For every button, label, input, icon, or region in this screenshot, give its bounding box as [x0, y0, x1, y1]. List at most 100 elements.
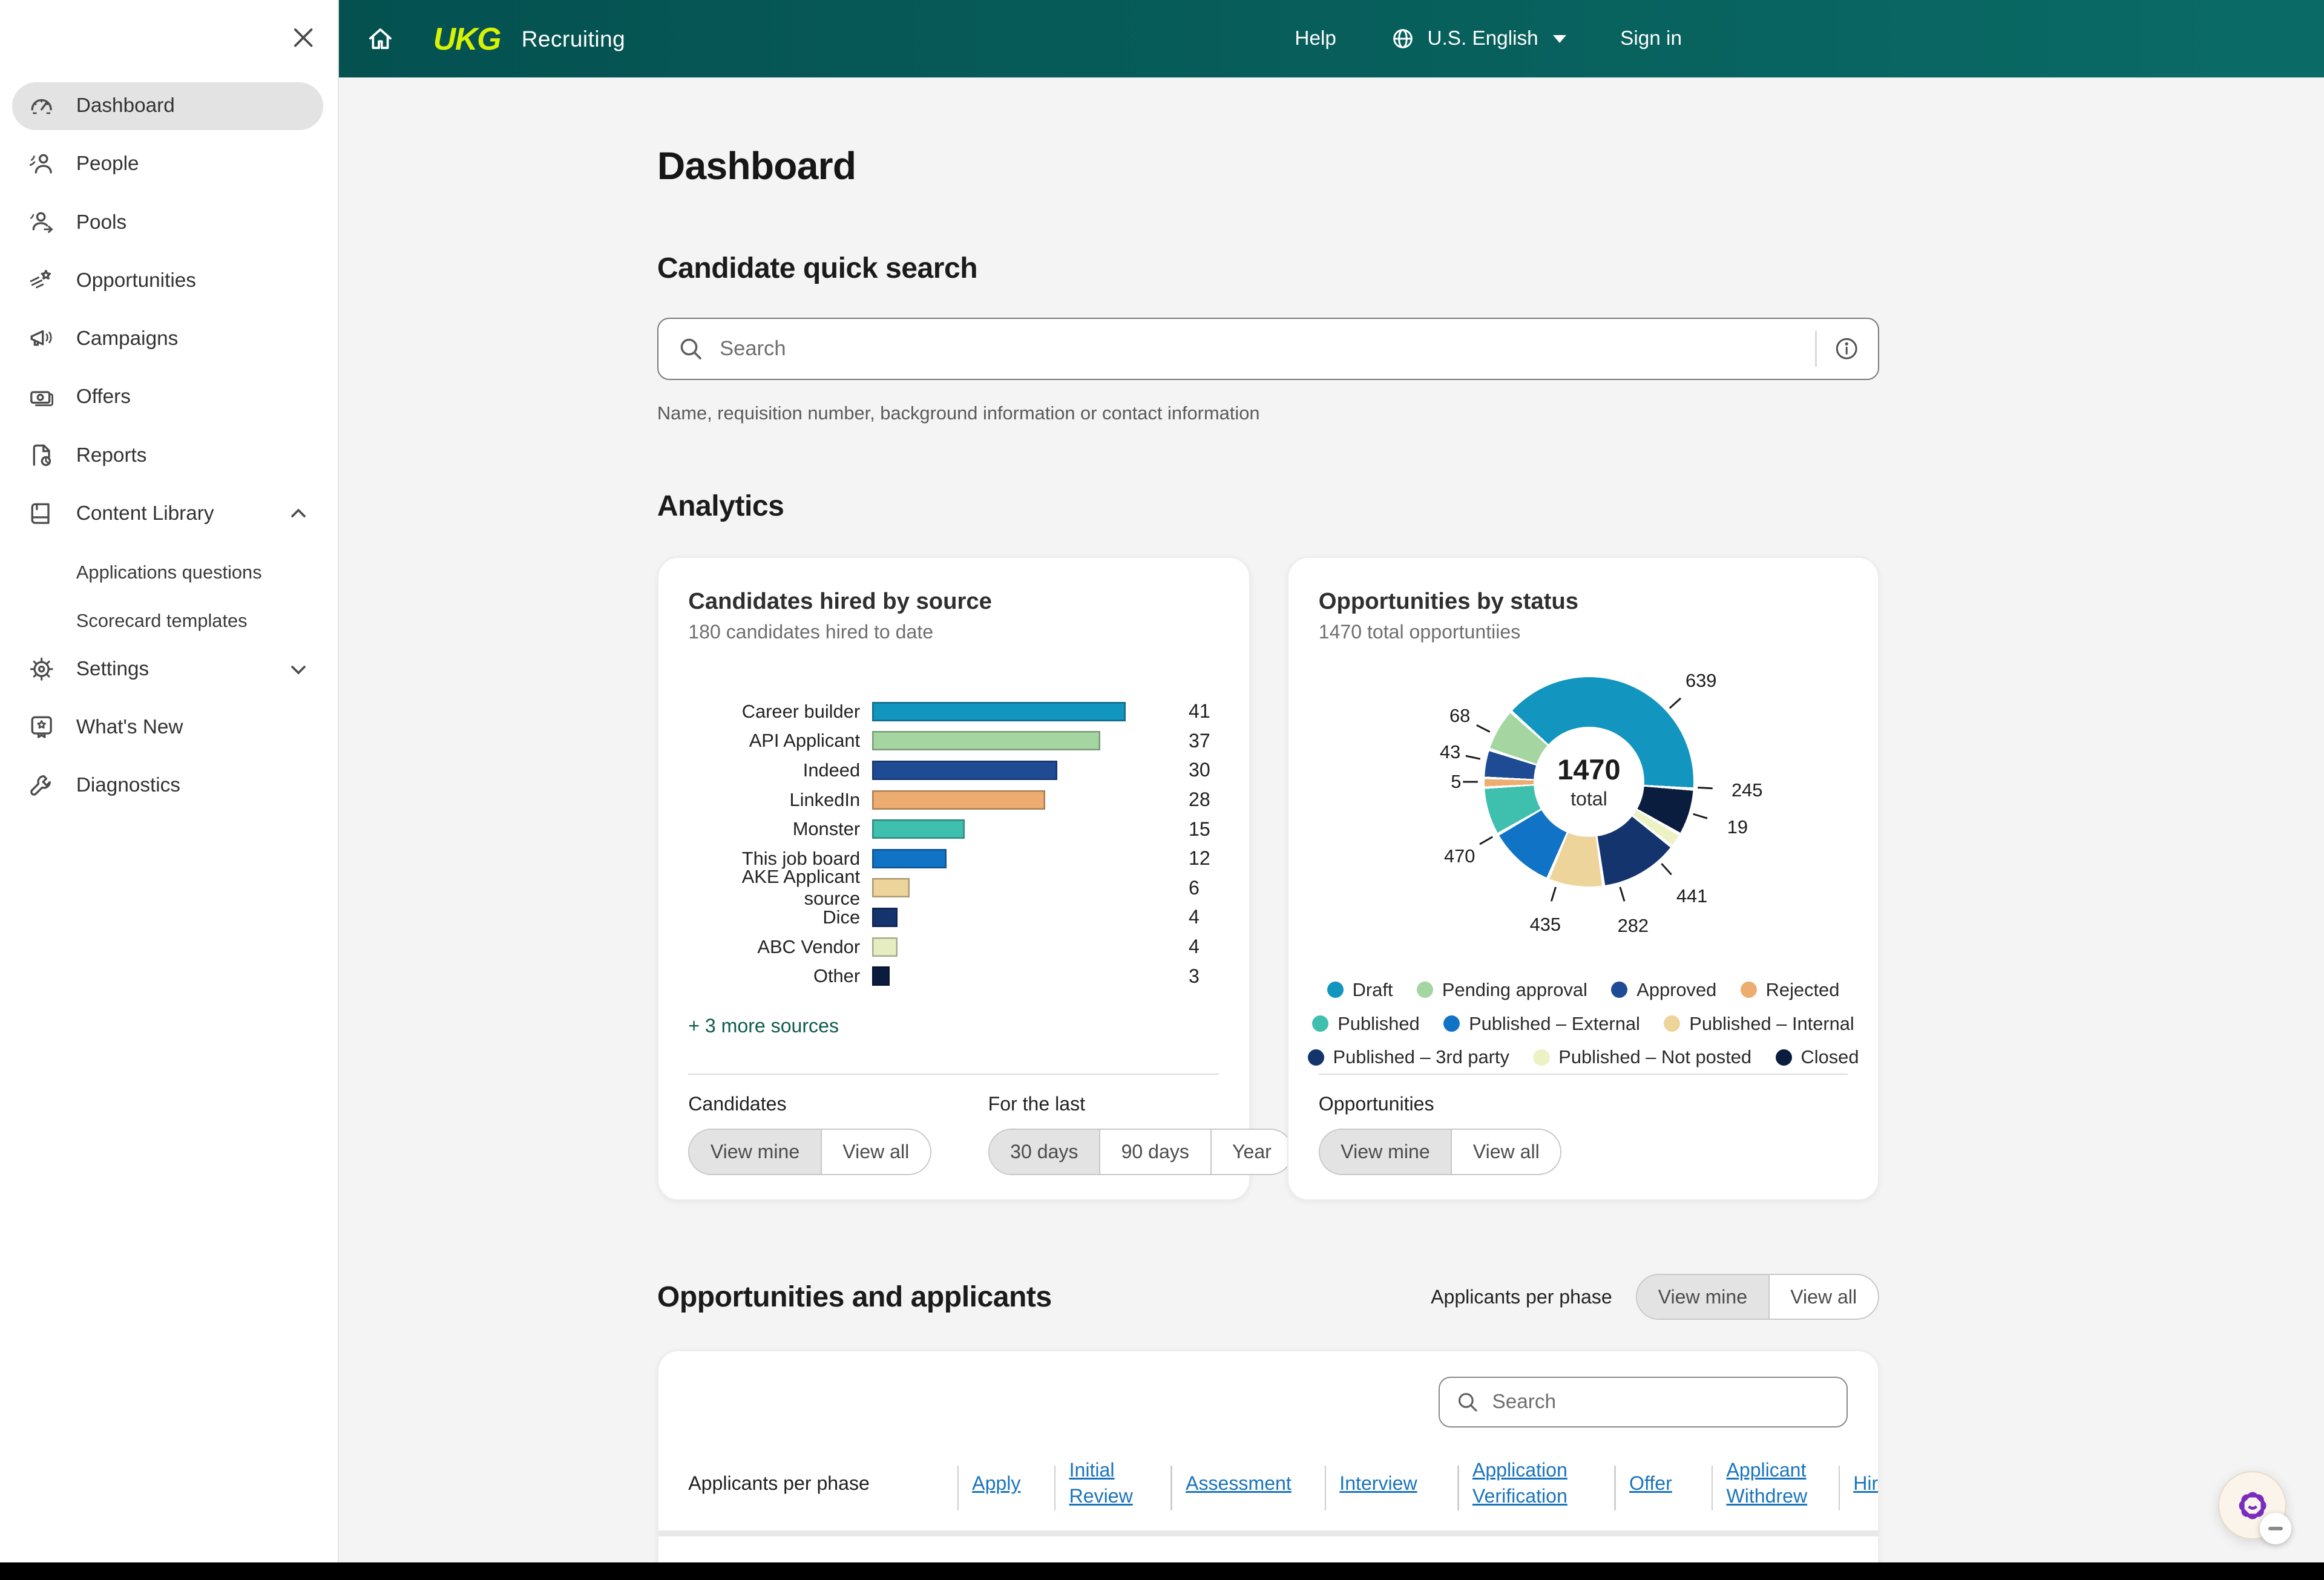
legend-dot	[1611, 982, 1627, 998]
bar[interactable]	[872, 908, 898, 927]
donut-value-label: 5	[1451, 771, 1461, 793]
sidebar-item-label: Dashboard	[76, 94, 175, 117]
bar[interactable]	[872, 878, 910, 897]
chevron-down-icon	[1553, 35, 1566, 43]
sidebar-item-label: Pools	[76, 211, 126, 234]
donut-value-label: 435	[1530, 914, 1561, 936]
donut-value-label: 470	[1444, 845, 1475, 867]
minus-icon	[2268, 1527, 2283, 1530]
sidebar-item-scorecard-templates[interactable]: Scorecard templates	[0, 597, 338, 645]
bar-category-label: Dice	[688, 906, 872, 928]
period-90-days[interactable]: 90 days	[1099, 1130, 1210, 1174]
column-header-applicant-withdrew[interactable]: Applicant Withdrew	[1712, 1445, 1839, 1530]
candidate-search-bar	[657, 318, 1879, 381]
sidebar-item-applications-questions[interactable]: Applications questions	[0, 548, 338, 597]
info-icon[interactable]	[1833, 335, 1860, 362]
bar-value: 4	[1189, 936, 1200, 958]
sign-in-link[interactable]: Sign in	[1620, 27, 1682, 50]
sidebar-item-content-library[interactable]: Content Library	[12, 490, 323, 537]
ukg-logo[interactable]: UKG	[433, 21, 501, 57]
table-header-shadow	[658, 1530, 1878, 1536]
sidebar-item-dashboard[interactable]: Dashboard	[12, 82, 323, 130]
legend-item-published-external: Published – External	[1443, 1013, 1640, 1035]
bar[interactable]	[872, 819, 965, 839]
bar-category-label: ABC Vendor	[688, 936, 872, 958]
donut-total-value: 1470	[1557, 753, 1620, 786]
column-header-offer[interactable]: Offer	[1614, 1458, 1711, 1518]
legend-dot	[1308, 1049, 1324, 1066]
donut-chart-subtitle: 1470 total opportuntiies	[1319, 621, 1848, 643]
donut-value-label: 43	[1440, 741, 1460, 763]
bar-value: 3	[1189, 965, 1200, 988]
bar[interactable]	[872, 702, 1126, 721]
sidebar-item-pools[interactable]: Pools	[12, 198, 323, 246]
bar-row-abc-vendor: ABC Vendor 4	[688, 932, 1219, 962]
bar-category-label: AKE Applicant source	[688, 866, 872, 910]
bar-track	[872, 878, 1156, 897]
card-divider	[1319, 1074, 1848, 1075]
column-header-hire[interactable]: Hire	[1839, 1458, 1879, 1518]
sidebar-item-what-s-new[interactable]: What's New	[12, 704, 323, 752]
megaphone-icon	[27, 324, 56, 353]
bar[interactable]	[872, 731, 1101, 750]
column-header-apply[interactable]: Apply	[957, 1458, 1054, 1518]
sidebar-item-label: Offers	[76, 385, 131, 408]
column-header-initial-review[interactable]: Initial Review	[1054, 1445, 1171, 1530]
candidate-search-input[interactable]	[720, 337, 1815, 361]
sidebar-item-diagnostics[interactable]: Diagnostics	[12, 762, 323, 810]
period-toggle: 30 days90 daysYear	[988, 1129, 1294, 1175]
top-bar: UKG Recruiting Help U.S. English Sign in	[339, 0, 2324, 77]
sidebar-nav: Dashboard People Pools Opportunities Campaig…	[0, 82, 338, 820]
legend-item-rejected: Rejected	[1741, 979, 1840, 1001]
bar[interactable]	[872, 761, 1057, 780]
bar-track	[872, 966, 1156, 986]
bar-value: 12	[1189, 847, 1210, 870]
language-selector[interactable]: U.S. English	[1390, 26, 1567, 51]
table-search-input[interactable]	[1492, 1391, 1832, 1414]
bar-track	[872, 761, 1156, 780]
sidebar-item-offers[interactable]: Offers	[12, 373, 323, 421]
opportunities-view-mine[interactable]: View mine	[1320, 1130, 1451, 1174]
bar[interactable]	[872, 966, 890, 986]
applicants-view-all[interactable]: View all	[1768, 1275, 1878, 1319]
assistant-minimize-button[interactable]	[2260, 1513, 2291, 1544]
legend-row: DraftPending approvalApprovedRejected	[1327, 979, 1840, 1001]
chevron-up-icon	[289, 504, 308, 523]
column-header-interview[interactable]: Interview	[1325, 1458, 1458, 1518]
sidebar-item-reports[interactable]: Reports	[12, 431, 323, 479]
gear-icon	[27, 654, 56, 684]
bar-row-ake-applicant-source: AKE Applicant source6	[688, 873, 1219, 903]
applicants-view-toggle: View mineView all	[1636, 1274, 1879, 1320]
legend-label: Rejected	[1766, 979, 1840, 1001]
period-year[interactable]: Year	[1210, 1130, 1293, 1174]
sidebar-item-campaigns[interactable]: Campaigns	[12, 315, 323, 363]
legend-dot	[1533, 1049, 1549, 1066]
opportunities-label: Opportunities	[1319, 1093, 1562, 1115]
sidebar-item-label: Reports	[76, 444, 147, 467]
column-header-applicants-per-phase: Applicants per phase	[688, 1458, 957, 1518]
candidates-view-all[interactable]: View all	[821, 1130, 930, 1174]
bar-value: 4	[1189, 906, 1200, 928]
applicants-view-mine[interactable]: View mine	[1637, 1275, 1768, 1319]
home-icon[interactable]	[366, 25, 395, 53]
people-arrow-icon	[27, 208, 56, 237]
candidates-view-mine[interactable]: View mine	[689, 1130, 820, 1174]
opportunities-view-all[interactable]: View all	[1451, 1130, 1560, 1174]
column-header-application-verification[interactable]: Application Verification	[1457, 1445, 1614, 1530]
sidebar-item-settings[interactable]: Settings	[12, 645, 323, 693]
bar[interactable]	[872, 849, 947, 868]
legend-item-published-not-posted: Published – Not posted	[1533, 1046, 1751, 1068]
donut-chart-title: Opportunities by status	[1319, 588, 1848, 615]
close-sidebar-button[interactable]	[287, 24, 320, 56]
column-header-assessment[interactable]: Assessment	[1170, 1458, 1324, 1518]
legend-label: Draft	[1353, 979, 1393, 1001]
sidebar-item-opportunities[interactable]: Opportunities	[12, 257, 323, 304]
period-30-days[interactable]: 30 days	[990, 1130, 1099, 1174]
bar[interactable]	[872, 937, 898, 957]
sidebar-item-people[interactable]: People	[12, 140, 323, 188]
help-link[interactable]: Help	[1295, 27, 1336, 50]
donut-value-label: 441	[1676, 885, 1707, 907]
bar[interactable]	[872, 790, 1045, 810]
more-sources-link[interactable]: + 3 more sources	[688, 1015, 839, 1037]
report-icon	[27, 441, 56, 470]
